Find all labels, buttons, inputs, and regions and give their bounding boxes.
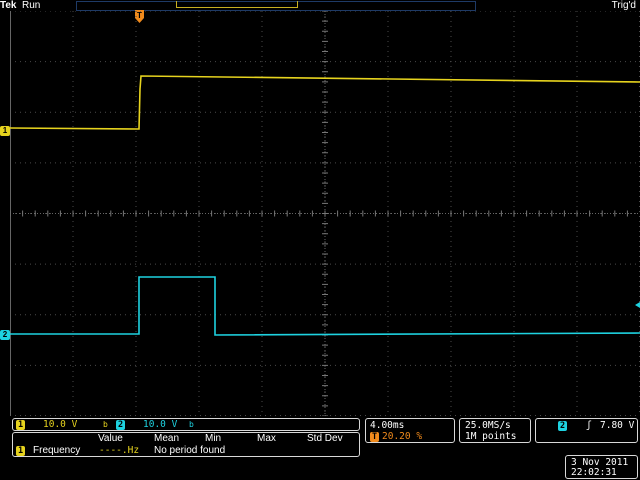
ch2-badge: 2	[116, 420, 126, 430]
brand-logo: Tek	[0, 0, 17, 11]
ch1-bandwidth-icon: b	[103, 420, 108, 429]
vertical-readout[interactable]: 1 10.0 V b 2 10.0 V b	[12, 418, 360, 431]
trigger-state: Trig'd	[611, 0, 636, 11]
acquisition-readout[interactable]: 25.0MS/s 1M points	[459, 418, 531, 443]
meas-header-value: Value	[98, 433, 123, 444]
ch1-scale: 10.0 V	[43, 419, 78, 430]
meas-channel-badge: 1	[16, 446, 26, 456]
ch2-bandwidth-icon: b	[189, 420, 194, 429]
meas-header-min: Min	[205, 433, 222, 444]
trigger-slope-icon: ʃ	[586, 420, 592, 431]
graticule	[10, 11, 640, 416]
ch1-ground-marker[interactable]: 1	[0, 126, 10, 136]
acquisition-state: Run	[22, 0, 41, 11]
record-view-bracket	[176, 1, 298, 8]
ch2-marker-label: 2	[2, 330, 8, 339]
time: 22:02:31	[571, 467, 617, 478]
record-length: 1M points	[465, 431, 517, 442]
meas-header-mean: Mean	[154, 433, 180, 444]
meas-status: No period found	[154, 445, 226, 456]
sample-rate: 25.0MS/s	[465, 420, 511, 431]
ch1-badge: 1	[16, 420, 26, 430]
trigger-position: 20.20 %	[382, 431, 423, 442]
measurements-panel[interactable]: Value Mean Min Max Std Dev 1 Frequency -…	[12, 432, 360, 457]
trigger-source-badge: 2	[558, 421, 568, 431]
ch2-ground-marker[interactable]: 2	[0, 330, 10, 340]
ch1-marker-label: 1	[2, 126, 8, 135]
trigger-position-badge: T	[370, 432, 380, 442]
timebase: 4.00ms	[370, 420, 405, 431]
meas-header-max: Max	[257, 433, 276, 444]
meas-header-stddev: Std Dev	[307, 433, 343, 444]
trigger-readout[interactable]: 2 ʃ 7.80 V	[535, 418, 638, 443]
datetime-readout: 3 Nov 2011 22:02:31	[565, 455, 638, 479]
trigger-level: 7.80 V	[600, 420, 635, 431]
meas-value: ----.Hz	[99, 445, 140, 456]
horizontal-readout[interactable]: 4.00ms T 20.20 %	[365, 418, 455, 443]
ch2-scale: 10.0 V	[143, 419, 178, 430]
meas-name: Frequency	[33, 445, 81, 456]
waveform-display[interactable]	[10, 11, 640, 416]
ch2-trigger-level-marker[interactable]	[635, 302, 640, 308]
